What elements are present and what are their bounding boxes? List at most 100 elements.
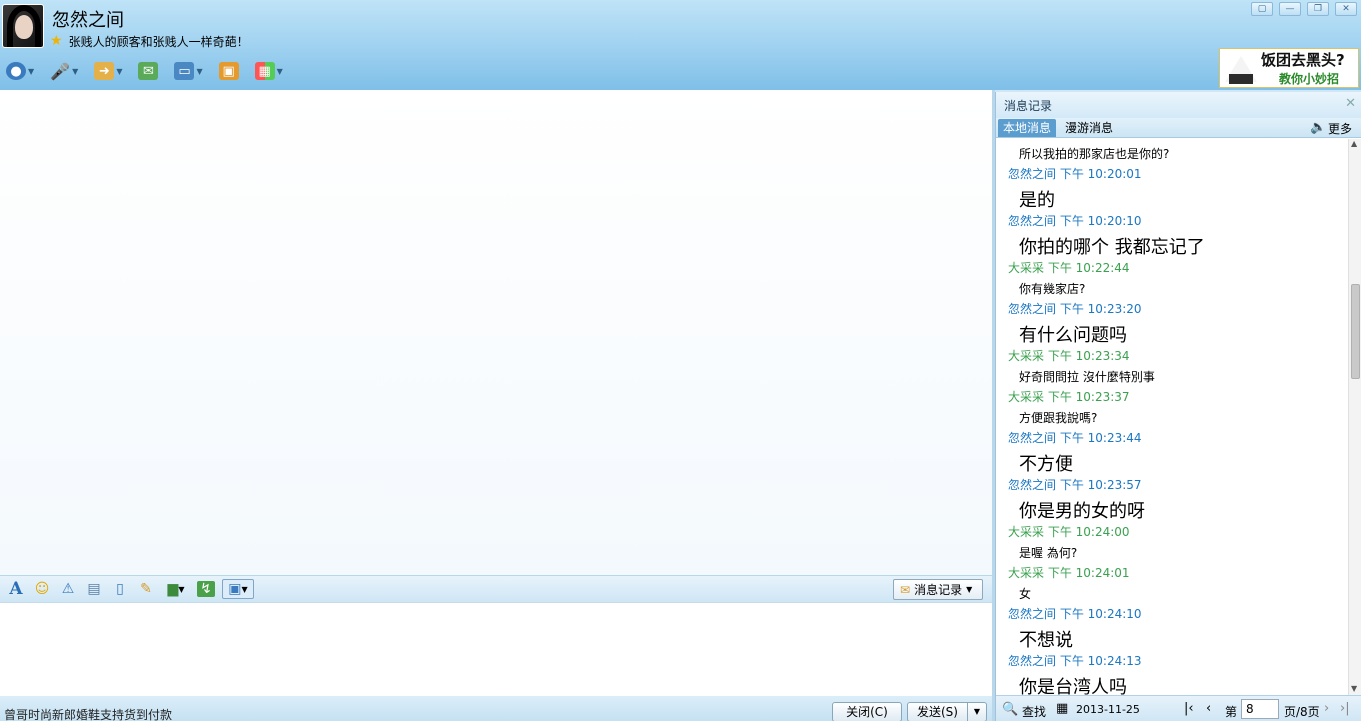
file-transfer-button[interactable]: ➜ ▼ <box>94 62 122 80</box>
message-text: 所以我拍的那家店也是你的? <box>1019 147 1170 161</box>
chevron-down-icon[interactable]: ▼ <box>178 585 184 594</box>
message-input[interactable] <box>0 602 992 696</box>
maximize-button[interactable]: ❐ <box>1307 2 1329 16</box>
message-history-button[interactable]: ✉ 消息记录 ▼ <box>893 579 983 600</box>
contact-signature: 张贱人的顾客和张贱人一样奇葩！ <box>68 34 249 49</box>
shake-icon: ⚠ <box>61 581 75 597</box>
close-window-button[interactable]: ✕ <box>1335 2 1357 16</box>
chat-display-area[interactable] <box>0 90 992 575</box>
film-icon: ▤ <box>87 581 101 597</box>
scroll-up-icon[interactable]: ▲ <box>1351 139 1357 148</box>
webcam-icon: ● <box>6 62 26 80</box>
search-label[interactable]: 查找 <box>1022 703 1046 720</box>
message-header: 大采采 下午 10:24:01 <box>1008 566 1130 580</box>
prev-page-icon[interactable]: ‹ <box>1206 701 1211 716</box>
chevron-down-icon[interactable]: ▼ <box>196 67 202 76</box>
window-controls: ▢ — ❐ ✕ <box>1251 2 1357 16</box>
message-history-list[interactable]: 所以我拍的那家店也是你的? 忽然之间 下午 10:20:01 是的 忽然之间 下午 1… <box>996 139 1348 695</box>
tab-local-messages[interactable]: 本地消息 <box>998 119 1057 137</box>
screen-share-icon: ▣ <box>218 62 239 80</box>
gift-button[interactable]: ↯ <box>196 579 216 599</box>
voice-message-button[interactable]: ▯ <box>110 579 130 599</box>
image-button[interactable]: ▆ ▼ <box>162 579 190 599</box>
message-text: 方便跟我說嗎? <box>1019 411 1098 425</box>
message-text: 你是台湾人吗 <box>1019 677 1127 695</box>
monitor-icon: ▭ <box>174 62 195 80</box>
message-text: 你有幾家店? <box>1019 282 1086 296</box>
note-button[interactable]: ✎ <box>136 579 156 599</box>
header-ad-banner[interactable]: 饭团去黑头? 教你小妙招 <box>1219 48 1359 88</box>
screen-share-button[interactable]: ▣ <box>218 62 239 80</box>
bottom-ad-link[interactable]: 曾哥时尚新郎婚鞋支持货到付款 <box>4 706 172 721</box>
emoji-button[interactable]: ☺ <box>32 579 52 599</box>
chevron-down-icon[interactable]: ▼ <box>28 67 34 76</box>
chevron-down-icon: ▼ <box>973 707 981 716</box>
font-icon: A <box>9 579 23 599</box>
chevron-down-icon[interactable]: ▼ <box>116 67 122 76</box>
scroll-down-icon[interactable]: ▼ <box>1351 684 1357 693</box>
page-number-input[interactable] <box>1241 699 1279 719</box>
image-icon: ▆ <box>167 581 179 597</box>
chevron-down-icon[interactable]: ▼ <box>72 67 78 76</box>
message-header: 忽然之间 下午 10:24:10 <box>1008 607 1142 621</box>
history-scrollbar[interactable]: ▲ ▼ <box>1348 139 1361 695</box>
contact-name: 忽然之间 <box>52 10 124 31</box>
note-icon: ✎ <box>140 581 152 597</box>
last-page-icon[interactable]: ›| <box>1340 701 1350 716</box>
screenshot-button[interactable]: ▣ ▼ <box>222 579 254 599</box>
chat-window-header: 忽然之间 ★ 张贱人的顾客和张贱人一样奇葩！ ▢ — ❐ ✕ ● ▼ 🎤 ▼ ➜… <box>0 0 1361 90</box>
message-icon: ✉ <box>138 62 159 80</box>
voice-call-button[interactable]: 🎤 ▼ <box>50 61 78 81</box>
message-history-panel: 消息记录 ✕ 本地消息 漫游消息 🔈 更多 所以我拍的那家店也是你的? 忽然之间 … <box>995 92 1361 721</box>
minimize-button[interactable]: — <box>1279 2 1301 16</box>
microphone-icon: 🎤 <box>50 61 71 81</box>
font-button[interactable]: A <box>6 579 26 599</box>
message-header: 大采采 下午 10:23:37 <box>1008 390 1130 404</box>
message-header: 忽然之间 下午 10:20:10 <box>1008 214 1142 228</box>
speaker-icon[interactable]: 🔈 <box>1310 120 1326 135</box>
history-footer: 🔍 查找 ▦ 2013-11-25 |‹ ‹ 第 页/8页 › ›| <box>996 695 1361 721</box>
page-prefix: 第 <box>1225 705 1238 719</box>
gift-icon: ↯ <box>197 581 215 597</box>
calendar-icon[interactable]: ▦ <box>1056 701 1068 716</box>
message-text: 好奇問問拉 沒什麼特別事 <box>1019 370 1155 384</box>
message-text: 女 <box>1019 587 1032 601</box>
message-header: 大采采 下午 10:23:34 <box>1008 349 1130 363</box>
message-text: 你拍的哪个 我都忘记了 <box>1019 237 1205 258</box>
next-page-icon[interactable]: › <box>1324 701 1329 716</box>
history-panel-header: 消息记录 ✕ <box>996 92 1361 118</box>
message-text: 是的 <box>1019 190 1055 211</box>
apps-button[interactable]: ▦ ▼ <box>254 62 283 80</box>
more-link[interactable]: 更多 <box>1328 120 1352 137</box>
send-button[interactable]: 发送(S) <box>907 702 967 721</box>
gif-button[interactable]: ▤ <box>84 579 104 599</box>
chevron-down-icon[interactable]: ▼ <box>277 67 283 76</box>
chevron-down-icon[interactable]: ▼ <box>966 585 972 594</box>
date-label[interactable]: 2013-11-25 <box>1076 703 1140 716</box>
first-page-icon[interactable]: |‹ <box>1184 701 1194 716</box>
chevron-down-icon[interactable]: ▼ <box>242 585 248 594</box>
chat-toolbar: ● ▼ 🎤 ▼ ➜ ▼ ✉ ▭ ▼ ▣ ▦ ▼ <box>0 58 293 84</box>
input-toolbar: A ☺ ⚠ ▤ ▯ ✎ ▆ ▼ ↯ ▣ ▼ ✉ 消息记录 ▼ <box>0 575 992 602</box>
signature-row: ★ 张贱人的顾客和张贱人一样奇葩！ <box>50 33 249 49</box>
tab-roaming-messages[interactable]: 漫游消息 <box>1060 119 1118 137</box>
message-header: 忽然之间 下午 10:23:20 <box>1008 302 1142 316</box>
search-icon[interactable]: 🔍 <box>1002 702 1018 717</box>
message-text: 不想说 <box>1019 630 1073 651</box>
remote-assist-button[interactable]: ▭ ▼ <box>174 62 203 80</box>
history-button-label: 消息记录 <box>914 583 963 597</box>
message-header: 大采采 下午 10:24:00 <box>1008 525 1130 539</box>
skin-button[interactable]: ▢ <box>1251 2 1273 16</box>
video-call-button[interactable]: ● ▼ <box>6 62 34 80</box>
close-icon[interactable]: ✕ <box>1345 96 1356 111</box>
bottom-bar: 曾哥时尚新郎婚鞋支持货到付款 关闭(C) 发送(S) ▼ <box>0 696 992 721</box>
avatar[interactable] <box>2 4 44 48</box>
send-options-button[interactable]: ▼ <box>967 702 987 721</box>
shake-button[interactable]: ⚠ <box>58 579 78 599</box>
message-text: 你是男的女的呀 <box>1019 501 1145 522</box>
scroll-thumb[interactable] <box>1351 284 1360 379</box>
close-button[interactable]: 关闭(C) <box>832 702 902 721</box>
ad-headline: 饭团去黑头? <box>1261 51 1345 69</box>
send-sms-button[interactable]: ✉ <box>138 62 159 80</box>
microphone-icon: ▯ <box>116 581 124 597</box>
